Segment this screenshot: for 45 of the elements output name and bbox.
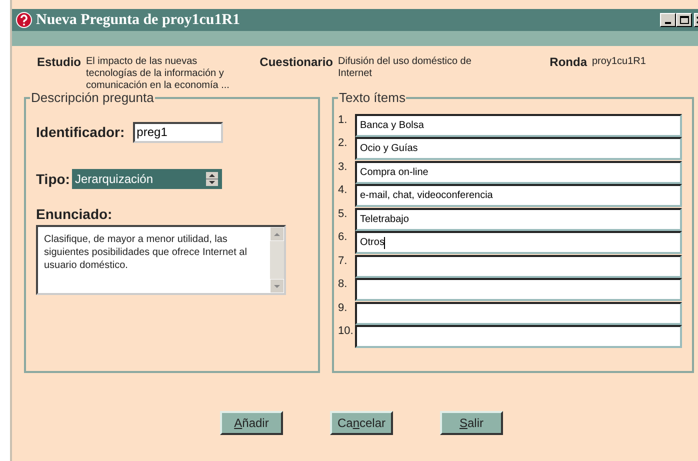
item-field[interactable]: Ocio y Guías (355, 137, 682, 160)
scroll-up-icon[interactable] (270, 226, 284, 240)
identifier-field[interactable]: preg1 (132, 122, 223, 142)
item-field[interactable] (355, 325, 682, 348)
dialog-button[interactable]: Salir (440, 411, 503, 435)
minimize-button[interactable] (660, 13, 676, 27)
item-number: 7. (338, 254, 348, 266)
item-field[interactable]: Compra on-line (355, 160, 682, 184)
help-icon (16, 12, 32, 28)
item-number: 2. (338, 137, 348, 149)
header-value: El impacto de las nuevas tecnologías de la información y comunicación en la economía ... (86, 55, 230, 88)
field-label: Tipo: (36, 170, 70, 189)
scrollbar[interactable] (270, 226, 284, 292)
header-label: Estudio (36, 54, 82, 71)
item-field[interactable]: Otros (355, 231, 682, 254)
header-value: Difusión del uso doméstico de Internet (338, 55, 472, 81)
spinner-icon (206, 172, 218, 186)
window-title: Nueva Pregunta de proy1cu1R1 (36, 10, 240, 30)
group-title: Descripción pregunta (30, 89, 155, 107)
group-title: Texto ítems (338, 89, 406, 107)
item-field[interactable]: Banca y Bolsa (355, 114, 682, 136)
dialog-button[interactable]: Cancelar (330, 411, 393, 435)
item-number: 9. (338, 302, 348, 314)
item-number: 4. (338, 184, 348, 196)
item-number: 1. (338, 114, 348, 126)
header-value: proy1cu1R1 (592, 55, 647, 69)
item-number: 5. (338, 208, 348, 220)
item-field[interactable] (355, 278, 682, 301)
statement-textarea[interactable]: Clasifique, de mayor a menor utilidad, las siguientes posibilidades que ofrece Internet al usuario doméstico. (36, 224, 286, 294)
item-field[interactable] (355, 254, 682, 278)
type-dropdown[interactable]: Jerarquización (72, 169, 222, 189)
item-number: 8. (338, 278, 348, 290)
scroll-down-icon[interactable] (270, 278, 284, 292)
maximize-button[interactable] (676, 13, 692, 27)
item-number: 10. (338, 325, 354, 337)
item-number: 6. (338, 231, 348, 243)
header-label: Ronda (548, 54, 588, 71)
field-label: Enunciado: (36, 204, 114, 224)
field-label: Identificador: (36, 122, 125, 142)
dialog-button[interactable]: Añadir (220, 411, 283, 435)
item-number: 3. (338, 160, 348, 172)
item-field[interactable]: Teletrabajo (355, 208, 682, 230)
header-label: Cuestionario (258, 54, 334, 71)
item-field[interactable] (355, 302, 682, 324)
item-field[interactable]: e-mail, chat, videoconferencia (355, 184, 682, 207)
